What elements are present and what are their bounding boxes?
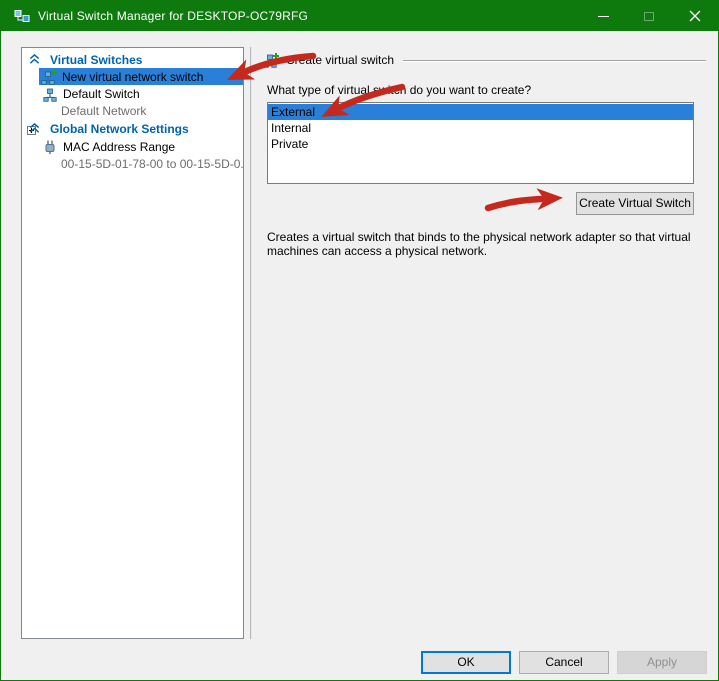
panel-splitter[interactable]	[250, 47, 252, 639]
section-label: Virtual Switches	[50, 53, 142, 67]
minimize-icon	[598, 16, 609, 17]
header-label: Create virtual switch	[286, 53, 394, 67]
caption-buttons	[580, 1, 718, 31]
default-switch-network: Default Network	[22, 102, 243, 119]
maximize-button	[626, 1, 672, 31]
titlebar: Virtual Switch Manager for DESKTOP-OC79R…	[1, 1, 718, 31]
virtual-switch-manager-window: Virtual Switch Manager for DESKTOP-OC79R…	[0, 0, 719, 681]
switch-type-description: Creates a virtual switch that binds to t…	[267, 230, 699, 258]
virtual-switch-icon	[42, 86, 58, 102]
cancel-button[interactable]: Cancel	[519, 651, 609, 674]
create-virtual-switch-button[interactable]: Create Virtual Switch	[576, 192, 694, 215]
switch-tree-sidebar: Virtual Switches New virtual network swi…	[21, 47, 244, 639]
tree-item-mac-address-range[interactable]: MAC Address Range	[22, 138, 243, 155]
minimize-button[interactable]	[580, 1, 626, 31]
arrow-to-create-button	[488, 199, 541, 208]
collapse-chevron-icon	[29, 54, 40, 65]
hyperv-app-icon	[14, 8, 30, 24]
mac-range-value: 00-15-5D-01-78-00 to 00-15-5D-0...	[22, 155, 243, 172]
section-global-network-settings[interactable]: Global Network Settings	[22, 120, 243, 137]
switch-type-question: What type of virtual switch do you want …	[267, 83, 531, 97]
section-label: Global Network Settings	[50, 122, 189, 136]
create-switch-header: Create virtual switch	[263, 52, 706, 68]
tree-item-label: Default Switch	[63, 87, 140, 101]
tree-item-label: New virtual network switch	[62, 70, 203, 84]
new-virtual-switch-icon	[263, 52, 279, 68]
tree-item-new-virtual-switch[interactable]: New virtual network switch	[39, 68, 244, 85]
listbox-option-internal[interactable]: Internal	[268, 120, 693, 136]
close-icon	[689, 10, 701, 22]
new-virtual-switch-icon	[41, 69, 57, 85]
maximize-icon	[644, 12, 654, 21]
switch-type-listbox[interactable]: External Internal Private	[267, 102, 694, 184]
apply-button: Apply	[617, 651, 707, 674]
ok-button[interactable]: OK	[421, 651, 511, 674]
tree-item-label: MAC Address Range	[63, 140, 175, 154]
header-rule	[403, 60, 706, 62]
listbox-option-private[interactable]: Private	[268, 136, 693, 152]
mac-address-icon	[42, 139, 58, 155]
tree-item-default-switch[interactable]: Default Switch	[22, 85, 243, 102]
listbox-option-external[interactable]: External	[268, 104, 693, 120]
section-virtual-switches[interactable]: Virtual Switches	[22, 51, 243, 68]
window-title: Virtual Switch Manager for DESKTOP-OC79R…	[38, 9, 308, 23]
collapse-chevron-icon	[29, 123, 40, 134]
close-button[interactable]	[672, 1, 718, 31]
